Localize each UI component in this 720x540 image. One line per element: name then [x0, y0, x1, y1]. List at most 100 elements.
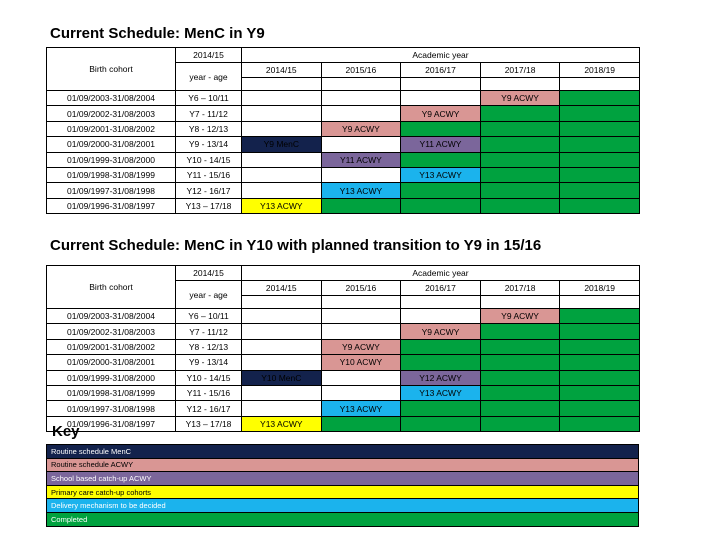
schedule-cell-white — [241, 120, 322, 138]
table-row: 01/09/2003-31/08/2004 Y6 – 10/11 Y9 ACWY — [46, 89, 640, 107]
yearage-cell: Y8 - 12/13 — [175, 120, 242, 138]
key-legend-label-green: Completed — [46, 511, 639, 527]
schedule-cell-purple: Y11 ACWY — [320, 151, 402, 168]
schedule-cell-white — [320, 384, 402, 402]
schedule-cell-green — [320, 415, 402, 433]
cohort-cell: 01/09/1999-31/08/2000 — [46, 369, 176, 386]
key-legend-row: Delivery mechanism to be decided — [46, 498, 639, 513]
key-legend-body: Routine schedule MenC Routine schedule AC… — [46, 444, 639, 527]
schedule-title-2: Current Schedule: MenC in Y10 with plann… — [50, 237, 542, 254]
schedule-cell-pink: Y9 ACWY — [400, 323, 481, 340]
schedule-cell-green — [559, 323, 640, 340]
yearage-cell: Y6 – 10/11 — [175, 89, 242, 107]
schedule-cell-purple: Y12 ACWY — [400, 369, 481, 386]
schedule-cell-blue: Y13 ACWY — [400, 384, 481, 402]
schedule-cell-green — [559, 197, 640, 215]
header-year-2014-15: 2014/15 — [241, 62, 322, 78]
header-yearage-bottom: year - age — [175, 62, 242, 91]
table-row: 01/09/1999-31/08/2000 Y10 - 14/15 Y11 ACWY — [46, 151, 640, 168]
cohort-cell: 01/09/2000-31/08/2001 — [46, 136, 176, 153]
header-year-2018-19: 2018/19 — [559, 62, 640, 78]
schedule-cell-white — [241, 400, 322, 417]
schedule-cell-green — [479, 384, 561, 402]
cohort-cell: 01/09/1998-31/08/1999 — [46, 166, 176, 184]
yearage-cell: Y9 - 13/14 — [175, 136, 242, 153]
schedule-cell-white — [241, 354, 322, 371]
schedule-cell-green — [320, 197, 402, 215]
header-yearage-bottom: year - age — [175, 280, 242, 309]
header-spacer-cell — [241, 295, 322, 309]
cohort-cell: 01/09/2002-31/08/2003 — [46, 323, 176, 340]
schedule-cell-white — [400, 89, 481, 107]
table-row: 01/09/2002-31/08/2003 Y7 - 11/12 Y9 ACWY — [46, 323, 640, 340]
key-legend-table: Routine schedule MenC Routine schedule AC… — [46, 444, 639, 527]
yearage-cell: Y11 - 15/16 — [175, 384, 242, 402]
schedule-cell-white — [320, 105, 402, 122]
table-row: 01/09/2001-31/08/2002 Y8 - 12/13 Y9 ACWY — [46, 338, 640, 356]
schedule-cell-green — [400, 151, 481, 168]
header-year-2015-16: 2015/16 — [320, 280, 402, 296]
schedule-cell-green — [559, 89, 640, 107]
schedule-cell-pink: Y9 ACWY — [479, 307, 561, 325]
header-spacer-cell — [241, 77, 322, 91]
schedule-cell-white — [241, 338, 322, 356]
schedule-cell-green — [479, 151, 561, 168]
table-row: 01/09/1996-31/08/1997 Y13 – 17/18 Y13 ACWY — [46, 415, 640, 433]
cohort-cell: 01/09/1999-31/08/2000 — [46, 151, 176, 168]
header-year-2016-17: 2016/17 — [400, 280, 481, 296]
table-1-body: 01/09/2003-31/08/2004 Y6 – 10/11 Y9 ACWY 01… — [46, 89, 640, 215]
schedule-cell-white — [320, 166, 402, 184]
schedule-cell-green — [479, 120, 561, 138]
table-row: 01/09/1997-31/08/1998 Y12 - 16/17 Y13 ACWY — [46, 182, 640, 199]
header-spacer-cell — [320, 295, 402, 309]
cohort-cell: 01/09/2003-31/08/2004 — [46, 89, 176, 107]
key-legend-label-purple: School based catch-up ACWY — [46, 471, 639, 486]
table-row: 01/09/2003-31/08/2004 Y6 – 10/11 Y9 ACWY — [46, 307, 640, 325]
schedule-cell-green — [479, 415, 561, 433]
schedule-title-1: Current Schedule: MenC in Y9 — [50, 25, 265, 42]
schedule-cell-green — [479, 400, 561, 417]
schedule-cell-blue: Y13 ACWY — [320, 400, 402, 417]
header-spacer-cell — [400, 295, 481, 309]
slide-canvas: Current Schedule: MenC in Y9 Birth cohor… — [0, 0, 720, 540]
schedule-cell-green — [479, 369, 561, 386]
header-spacer-cell — [559, 77, 640, 91]
table-row: 01/09/1996-31/08/1997 Y13 – 17/18 Y13 ACWY — [46, 197, 640, 215]
schedule-cell-white — [241, 89, 322, 107]
cohort-cell: 01/09/1997-31/08/1998 — [46, 182, 176, 199]
header-yearage-top: 2014/15 — [175, 47, 242, 63]
table-row: 01/09/2001-31/08/2002 Y8 - 12/13 Y9 ACWY — [46, 120, 640, 138]
schedule-cell-pink: Y9 ACWY — [320, 338, 402, 356]
cohort-cell: 01/09/1997-31/08/1998 — [46, 400, 176, 417]
yearage-cell: Y6 – 10/11 — [175, 307, 242, 325]
schedule-cell-blue: Y13 ACWY — [320, 182, 402, 199]
schedule-cell-white — [241, 151, 322, 168]
schedule-cell-green — [559, 307, 640, 325]
schedule-cell-white — [241, 384, 322, 402]
schedule-cell-yellow: Y13 ACWY — [241, 415, 322, 433]
schedule-cell-green — [559, 105, 640, 122]
header-birth-cohort: Birth cohort — [46, 265, 176, 309]
table-row: 01/09/1997-31/08/1998 Y12 - 16/17 Y13 ACWY — [46, 400, 640, 417]
schedule-cell-green — [479, 136, 561, 153]
schedule-table-2: Birth cohort 2014/15 Academic year year … — [46, 265, 640, 433]
yearage-cell: Y13 – 17/18 — [175, 415, 242, 433]
header-year-2015-16: 2015/16 — [320, 62, 402, 78]
schedule-cell-pink: Y9 ACWY — [320, 120, 402, 138]
cohort-cell: 01/09/1998-31/08/1999 — [46, 384, 176, 402]
key-legend-label-yellow: Primary care catch-up cohorts — [46, 484, 639, 500]
schedule-cell-white — [241, 323, 322, 340]
header-spacer-cell — [400, 77, 481, 91]
schedule-cell-navy: Y10 MenC — [241, 369, 322, 386]
cohort-cell: 01/09/2003-31/08/2004 — [46, 307, 176, 325]
table-row: 01/09/2000-31/08/2001 Y9 - 13/14 Y10 ACWY — [46, 354, 640, 371]
schedule-cell-purple: Y11 ACWY — [400, 136, 481, 153]
table-2-body: 01/09/2003-31/08/2004 Y6 – 10/11 Y9 ACWY 01… — [46, 307, 640, 433]
header-year-2016-17: 2016/17 — [400, 62, 481, 78]
schedule-cell-pink: Y9 ACWY — [400, 105, 481, 122]
cohort-cell: 01/09/2001-31/08/2002 — [46, 338, 176, 356]
header-yearage-top: 2014/15 — [175, 265, 242, 281]
yearage-cell: Y10 - 14/15 — [175, 151, 242, 168]
schedule-cell-white — [320, 136, 402, 153]
table-row: 01/09/1999-31/08/2000 Y10 - 14/15 Y10 MenC… — [46, 369, 640, 386]
